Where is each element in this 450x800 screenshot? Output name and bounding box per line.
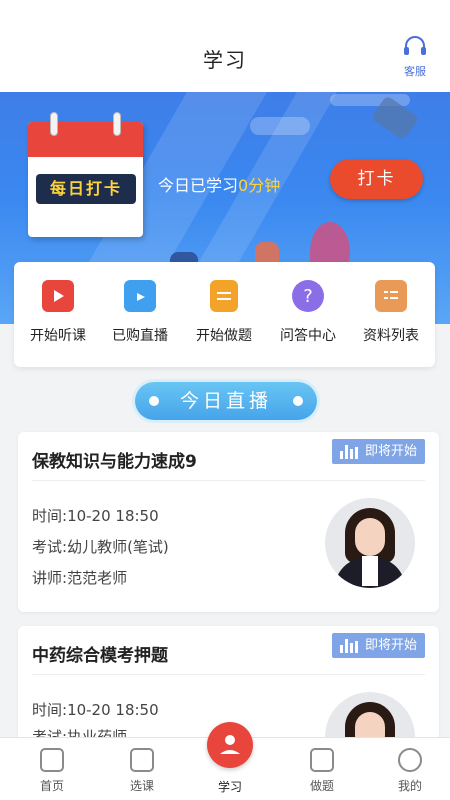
live-card-time: 时间:10-20 18:50 [32,699,159,720]
calendar-ring [113,112,121,136]
tv-icon [124,280,156,312]
status-badge: 即将开始 [332,439,425,464]
exam-icon [310,748,334,772]
tab-exercises[interactable]: 做题 [292,748,352,794]
checkin-button[interactable]: 打卡 [330,159,423,199]
profile-icon [398,748,422,772]
page-title: 学习 [203,48,247,72]
menu-item-label: 开始听课 [30,328,86,344]
time-value: 10-20 18:50 [67,507,159,525]
time-value: 10-20 18:50 [67,701,159,719]
time-label: 时间: [32,701,68,719]
customer-service-button[interactable]: 客服 [400,36,430,79]
tab-home[interactable]: 首页 [22,748,82,794]
tab-label: 选课 [129,779,154,793]
live-card[interactable]: 保教知识与能力速成9 即将开始 时间:10-20 18:50 考试:幼儿教师(笔… [18,432,439,612]
menu-purchased-live[interactable]: 已购直播 [100,280,180,345]
home-icon [40,748,64,772]
menu-materials-list[interactable]: 资料列表 [351,280,431,345]
cloud-decoration [250,117,310,135]
teacher-avatar [325,498,415,588]
live-card-time: 时间:10-20 18:50 [32,505,159,526]
calendar-icon: 每日打卡 [28,112,143,237]
service-label: 客服 [404,65,426,78]
question-icon: ? [292,280,324,312]
headset-icon [404,36,426,55]
menu-item-label: 资料列表 [363,328,419,344]
calendar-header [28,122,143,157]
status-badge-label: 即将开始 [364,638,417,653]
study-duration-value: 0分钟 [238,176,281,195]
menu-start-class[interactable]: 开始听课 [18,280,98,345]
menu-item-label: 已购直播 [112,328,168,344]
bar-chart-icon [340,639,360,653]
daily-checkin-label: 每日打卡 [36,174,136,204]
divider [32,674,425,675]
exam-label: 考试: [32,538,68,556]
time-label: 时间: [32,507,68,525]
tab-courses[interactable]: 选课 [112,748,172,794]
tab-label: 做题 [309,779,334,793]
study-duration-prefix: 今日已学习 [158,176,239,195]
dot-decoration [293,396,303,406]
dot-decoration [149,396,159,406]
study-icon[interactable] [207,722,253,768]
live-card-title: 中药综合模考押题 [32,646,168,666]
section-title-text: 今日直播 [179,390,272,412]
menu-qa-center[interactable]: ? 问答中心 [268,280,348,345]
bar-chart-icon [340,445,360,459]
top-bar: 学习 客服 [0,0,450,92]
document-icon [210,280,238,312]
tab-label: 我的 [397,779,422,793]
exam-value: 幼儿教师(笔试) [67,538,169,556]
bag-icon [130,748,154,772]
teacher-value: 范范老师 [67,569,128,587]
list-icon [375,280,407,312]
quick-menu: 开始听课 已购直播 开始做题 ? 问答中心 资料列表 [14,262,435,367]
live-card-teacher: 讲师:范范老师 [32,567,127,588]
live-card-exam: 考试:幼儿教师(笔试) [32,536,169,557]
tab-label: 首页 [39,779,64,793]
teacher-label: 讲师: [32,569,68,587]
live-card-title: 保教知识与能力速成9 [32,452,197,472]
status-badge: 即将开始 [332,633,425,658]
bottom-tab-bar: 首页 选课 学习 做题 我的 [0,722,450,800]
divider [32,480,425,481]
section-title-today-live: 今日直播 [135,382,317,420]
menu-start-exercise[interactable]: 开始做题 [184,280,264,345]
calendar-ring [50,112,58,136]
menu-item-label: 问答中心 [280,328,336,344]
menu-item-label: 开始做题 [196,328,252,344]
video-play-icon [42,280,74,312]
study-duration: 今日已学习0分钟 [158,172,280,196]
svg-text:?: ? [303,286,313,307]
tab-profile[interactable]: 我的 [380,748,440,794]
tab-study[interactable]: 学习 [200,778,260,795]
status-badge-label: 即将开始 [364,444,417,459]
